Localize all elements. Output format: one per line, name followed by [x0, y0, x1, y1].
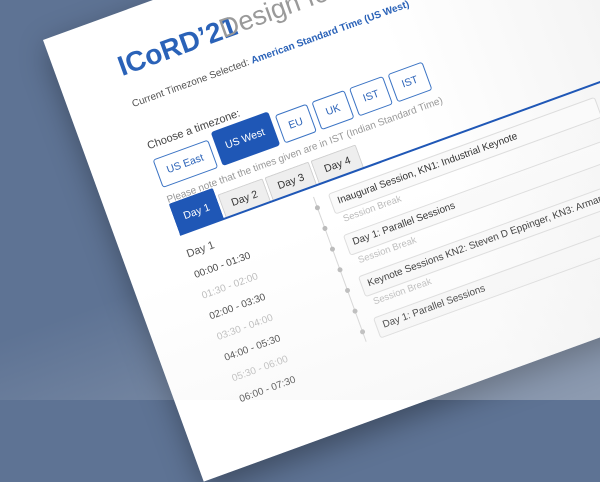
- timeline-dot: [336, 266, 344, 273]
- tz-button-eu[interactable]: EU: [274, 103, 318, 144]
- timeline-dot: [329, 245, 336, 253]
- tz-button-ist[interactable]: IST: [348, 75, 394, 117]
- schedule-timeline: Inaugural Session, KN1: Industrial Keyno…: [313, 32, 600, 342]
- schedule-times: Day 1 00:00 - 01:30 01:30 - 02:00 02:00 …: [185, 211, 347, 410]
- timeline-dot: [344, 287, 351, 294]
- timeline-dot: [351, 307, 359, 315]
- timeline-dot: [359, 328, 366, 336]
- schedule-card: ICoRD’21 Design for Tomorrow Current Tim…: [43, 0, 600, 482]
- page-subtitle: Design for Tomorrow: [215, 0, 459, 45]
- tz-button-uk[interactable]: UK: [311, 89, 355, 131]
- timeline-dot: [314, 204, 321, 211]
- timeline-dot: [321, 225, 329, 232]
- tz-button-ist-2[interactable]: IST: [387, 61, 433, 103]
